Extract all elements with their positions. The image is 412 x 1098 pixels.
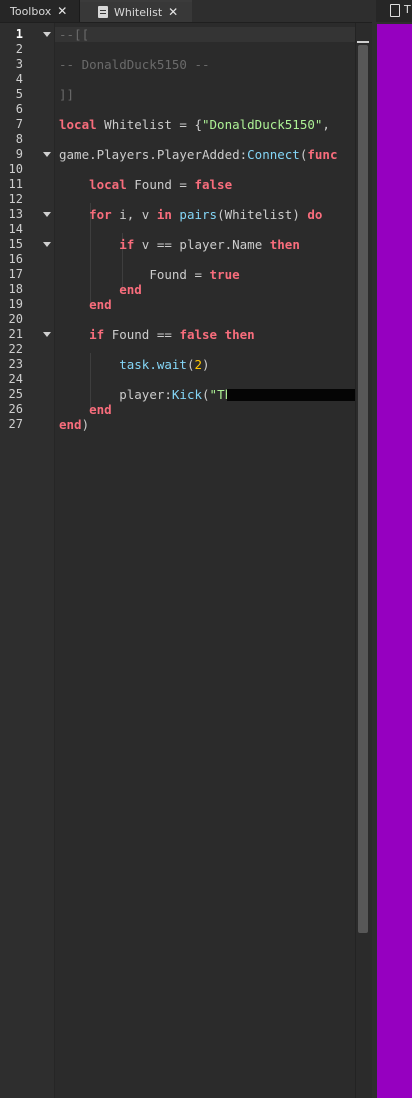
line-number: 3 xyxy=(15,57,23,71)
code-line-27: end) xyxy=(59,417,90,432)
fold-arrow-icon[interactable] xyxy=(43,212,51,217)
line-number-gutter: 1 2 3 4 5 6 7 8 9 10 11 12 13 14 15 16 17 18 19 20 21 22 23 24 2… xyxy=(0,23,40,1098)
line-number: 13 xyxy=(8,207,23,221)
code-line-25: player:Kick("Th xyxy=(119,387,233,402)
code-line-5: ]] xyxy=(59,87,75,102)
line-number: 15 xyxy=(8,237,23,251)
right-panel: T xyxy=(372,0,412,1098)
code-line-1: --[[ xyxy=(59,27,90,42)
line-number: 1 xyxy=(15,27,23,41)
line-number: 10 xyxy=(8,162,23,176)
code-line-21: if Found == false then xyxy=(89,327,255,342)
line-number: 23 xyxy=(8,357,23,371)
line-number: 25 xyxy=(8,387,23,401)
line-number: 4 xyxy=(15,72,23,86)
code-line-11: local Found = false xyxy=(89,177,233,192)
tab-whitelist-label: Whitelist xyxy=(114,5,163,19)
close-icon[interactable]: ✕ xyxy=(57,4,67,18)
fold-arrow-icon[interactable] xyxy=(43,32,51,37)
document-icon xyxy=(390,4,400,17)
line-number: 26 xyxy=(8,402,23,416)
line-number: 16 xyxy=(8,252,23,266)
code-line-18: end xyxy=(119,282,142,297)
code-line-7: local Whitelist = {"DonaldDuck5150", xyxy=(59,117,330,132)
line-number: 11 xyxy=(8,177,23,191)
fold-arrow-icon[interactable] xyxy=(43,152,51,157)
line-number: 14 xyxy=(8,222,23,236)
line-number: 17 xyxy=(8,267,23,281)
script-document-icon xyxy=(98,6,108,18)
code-line-15: if v == player.Name then xyxy=(119,237,300,252)
code-editor[interactable]: --[[ -- DonaldDuck5150 -- ]] local White… xyxy=(55,23,355,1098)
fold-column xyxy=(40,23,55,1098)
close-icon[interactable]: ✕ xyxy=(168,5,178,19)
code-line-26: end xyxy=(89,402,112,417)
code-line-13: for i, v in pairs(Whitelist) do xyxy=(89,207,323,222)
tab-toolbox[interactable]: Toolbox ✕ xyxy=(0,0,80,22)
line-number: 5 xyxy=(15,87,23,101)
fold-arrow-icon[interactable] xyxy=(43,242,51,247)
line-number: 8 xyxy=(15,132,23,146)
right-panel-tab[interactable]: T xyxy=(376,0,412,22)
redaction-mark xyxy=(227,389,355,401)
line-number: 2 xyxy=(15,42,23,56)
line-number: 6 xyxy=(15,102,23,116)
current-line-highlight xyxy=(55,27,355,42)
viewport-panel[interactable] xyxy=(377,24,412,1098)
scroll-position-marker xyxy=(357,41,369,43)
line-number: 12 xyxy=(8,192,23,206)
code-line-19: end xyxy=(89,297,112,312)
line-number: 22 xyxy=(8,342,23,356)
line-number: 24 xyxy=(8,372,23,386)
line-number: 21 xyxy=(8,327,23,341)
tab-bar: Toolbox ✕ Whitelist ✕ xyxy=(0,0,372,23)
vertical-scrollbar[interactable] xyxy=(355,23,370,1098)
line-number: 19 xyxy=(8,297,23,311)
line-number: 18 xyxy=(8,282,23,296)
fold-arrow-icon[interactable] xyxy=(43,332,51,337)
scrollbar-thumb[interactable] xyxy=(358,45,368,933)
line-number: 9 xyxy=(15,147,23,161)
tab-toolbox-label: Toolbox xyxy=(10,4,52,18)
line-number: 7 xyxy=(15,117,23,131)
right-panel-tab-label: T xyxy=(404,3,411,16)
code-line-23: task.wait(2) xyxy=(119,357,210,372)
line-number: 20 xyxy=(8,312,23,326)
tab-whitelist[interactable]: Whitelist ✕ xyxy=(80,0,192,22)
code-line-9: game.Players.PlayerAdded:Connect(func xyxy=(59,147,338,162)
code-line-17: Found = true xyxy=(149,267,240,282)
code-line-3: -- DonaldDuck5150 -- xyxy=(59,57,210,72)
line-number: 27 xyxy=(8,417,23,431)
